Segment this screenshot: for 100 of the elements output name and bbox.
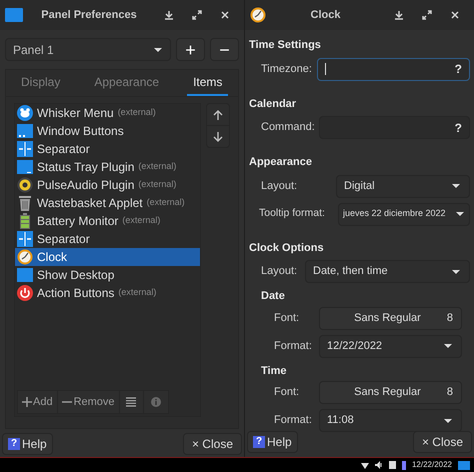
item-label: Separator [37,141,90,158]
separator-icon [17,231,33,247]
item-label: Clock [37,249,68,266]
font-button[interactable]: Sans Regular 8 [319,381,462,404]
section-heading: Calendar [249,96,298,112]
external-note: (external) [118,106,156,120]
field-label: Layout: [261,178,298,194]
list-item[interactable]: Wastebasket Applet (external) [15,194,200,212]
tray-icon [17,159,33,175]
tab[interactable]: Items [187,69,228,96]
command-field[interactable]: ? [319,116,470,139]
list-item[interactable]: Separator [15,140,200,158]
desktop-icon [458,460,470,470]
font-button[interactable]: Sans Regular 8 [319,306,462,330]
close-icon [450,10,460,20]
section-heading: Clock Options [249,240,325,256]
help-hint: ? [454,61,462,78]
field-label: Timezone: [261,62,313,77]
minimize-icon [394,10,404,20]
desktop-icon [17,267,33,283]
list-item[interactable]: Action Buttons (external) [15,284,200,302]
arrow-down-icon [213,132,224,142]
close-button[interactable]: × Close [182,433,242,455]
section-heading: Appearance [249,155,313,170]
clock-icon [17,249,33,265]
item-label: Wastebasket Applet [37,195,143,212]
panel-dropdown[interactable]: Panel 1 [5,38,171,61]
taskbar-date: 12/22/2022 [412,461,452,469]
external-note: (external) [138,160,176,174]
list-icon [126,397,136,407]
external-note: (external) [146,196,185,210]
clock-layout-dropdown[interactable]: Date, then time [305,260,470,283]
separator-icon [17,141,33,157]
item-label: Status Tray Plugin [37,159,134,176]
speaker-icon [17,177,33,193]
speaker-icon [374,461,383,469]
close-icon [220,10,230,20]
layout-dropdown[interactable]: Digital [336,174,470,198]
list-item[interactable]: Show Desktop [15,266,200,284]
caret-icon [455,211,465,217]
font-name: Sans Regular [353,385,422,400]
clock-icon [250,7,266,23]
window-icon [5,8,23,22]
remove-button[interactable]: Remove [58,391,120,413]
section-heading: Time Settings [249,38,322,53]
item-label: Action Buttons [37,285,114,302]
caret-icon [451,268,461,274]
field-label: Tooltip format: [259,206,326,222]
field-label: Font: [274,310,300,326]
caret-icon [443,343,453,349]
external-note: (external) [138,178,176,192]
window-title: Panel Preferences [40,8,138,23]
info-icon [150,397,161,407]
list-item[interactable]: Whisker Menu (external) [15,104,200,122]
list-item[interactable]: PulseAudio Plugin (external) [15,176,200,194]
subsection-heading: Date [260,289,286,304]
tooltip-format-dropdown[interactable]: jueves 22 diciembre 2022 [338,202,470,226]
external-note: (external) [122,214,160,228]
maximize-icon [422,10,432,20]
help-button[interactable]: ? Help [2,433,53,455]
item-label: Window Buttons [37,123,124,140]
field-label: Format: [274,413,313,428]
item-label: Show Desktop [37,267,114,284]
timezone-field[interactable]: ? [317,58,470,80]
field-label: Font: [274,385,300,400]
list-item[interactable]: Status Tray Plugin (external) [15,158,200,176]
help-button[interactable]: ? Help [247,431,298,453]
help-hint: ? [454,120,462,136]
caret-icon [153,46,163,52]
wifi-icon [360,461,369,469]
maximize-icon [192,10,202,20]
list-item[interactable]: Battery Monitor (external) [15,212,200,230]
list-item[interactable]: Clock [15,248,200,266]
field-label: Format: [274,338,313,354]
help-icon: ? [253,436,265,448]
add-button[interactable]: Add [18,391,58,413]
item-label: Separator [37,231,90,248]
subsection-heading: Time [260,364,288,378]
caret-icon [443,418,453,424]
help-icon: ? [8,438,20,450]
caret-icon [451,183,461,189]
plus-icon [22,397,32,407]
mouse-mascot-icon [17,105,33,121]
remove-panel-button[interactable]: − [210,38,239,61]
field-label: Command: [261,120,316,136]
format-dropdown[interactable]: 11:08 [319,409,462,432]
window-icon [17,123,33,139]
field-label: Layout: [261,264,298,280]
item-label: Battery Monitor [37,213,118,230]
item-label: PulseAudio Plugin [37,177,134,194]
add-panel-button[interactable]: + [176,38,205,61]
list-item[interactable]: Separator [15,230,200,248]
format-dropdown[interactable]: 12/22/2022 [319,334,462,358]
power-icon [17,285,33,301]
font-size: 8 [446,310,453,326]
close-button[interactable]: × Close [412,431,472,453]
external-note: (external) [118,286,156,300]
font-name: Sans Regular [353,310,422,326]
item-label: Whisker Menu [37,105,114,122]
list-item[interactable]: Window Buttons [15,122,200,140]
